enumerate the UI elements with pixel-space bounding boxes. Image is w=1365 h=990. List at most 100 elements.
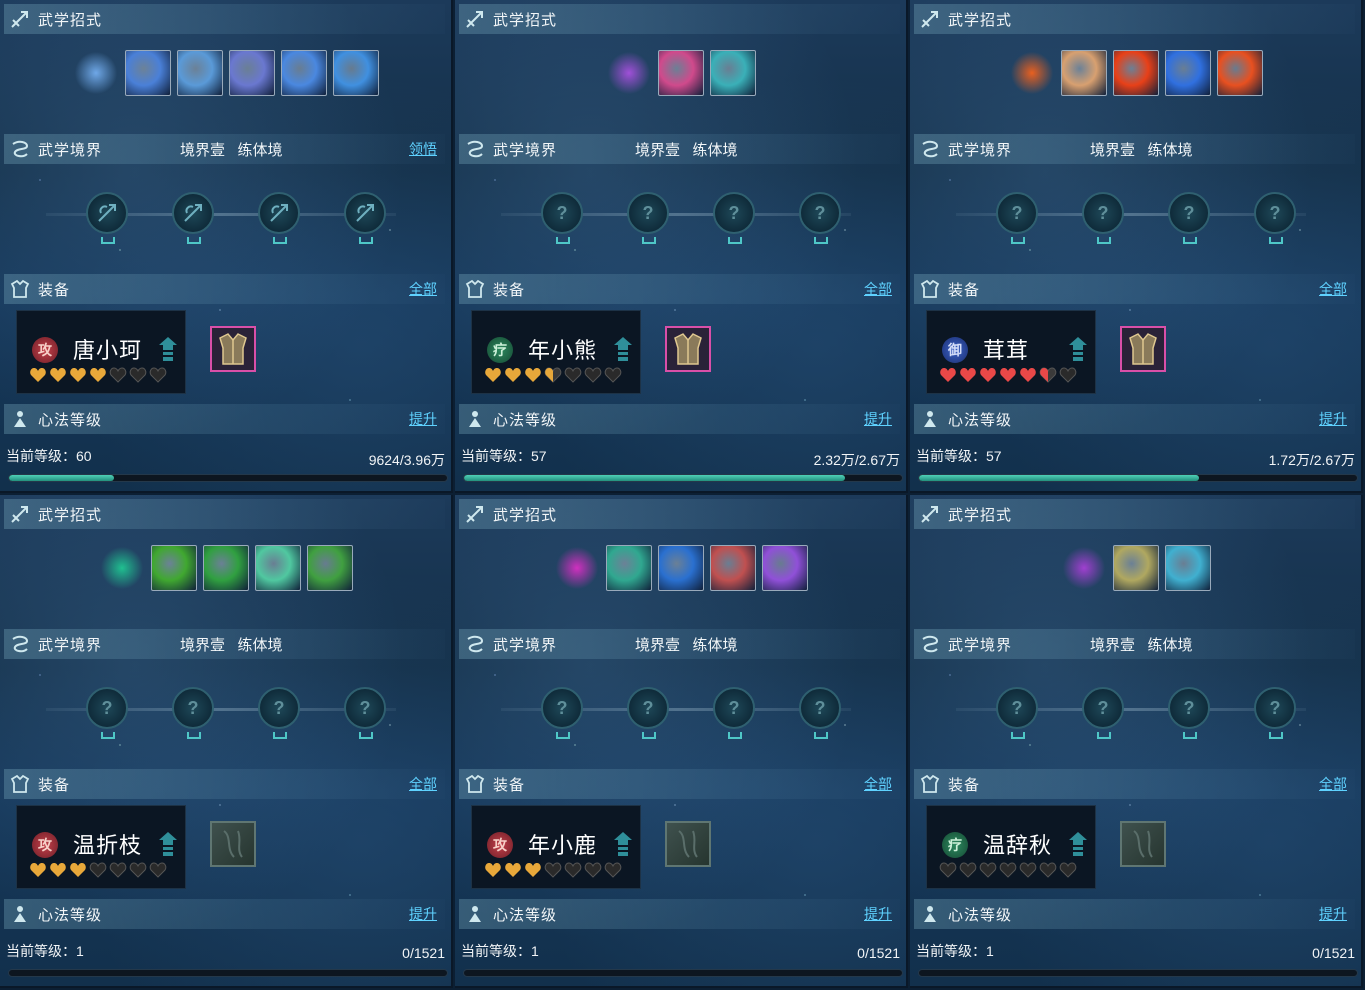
- signature-move-icon[interactable]: [72, 50, 119, 96]
- skill-move-icon[interactable]: [228, 50, 275, 96]
- comprehend-link[interactable]: 领悟: [409, 139, 437, 159]
- character-card[interactable]: 攻 唐小珂: [16, 310, 186, 394]
- character-panel: 武学招式 武学境界 境界壹 练体境 ???? 装备 全部 疗 温辞秋 心法等级 …: [910, 495, 1363, 988]
- node-socket: [556, 732, 570, 739]
- signature-move-icon[interactable]: [1008, 50, 1055, 96]
- equip-all-link[interactable]: 全部: [409, 774, 437, 794]
- skill-move-icon[interactable]: [709, 545, 756, 591]
- skill-move-icon[interactable]: [150, 545, 197, 591]
- equipment-slot[interactable]: [1120, 326, 1166, 372]
- equip-all-link[interactable]: 全部: [864, 279, 892, 299]
- exp-value: 2.32万/2.67万: [813, 452, 900, 468]
- upgrade-link[interactable]: 提升: [409, 904, 437, 924]
- question-icon: ?: [814, 697, 826, 718]
- locked-realm-node[interactable]: ?: [1254, 192, 1296, 244]
- sect-icon: [1067, 335, 1089, 363]
- meditation-icon: [463, 407, 487, 431]
- character-card[interactable]: 疗 温辞秋: [926, 805, 1096, 889]
- equip-all-link[interactable]: 全部: [864, 774, 892, 794]
- skill-move-icon[interactable]: [202, 545, 249, 591]
- skill-move-icon[interactable]: [1216, 50, 1263, 96]
- skill-move-icon[interactable]: [280, 50, 327, 96]
- upgrade-link[interactable]: 提升: [1319, 409, 1347, 429]
- skill-move-icon[interactable]: [332, 50, 379, 96]
- equipment-slot[interactable]: [665, 821, 711, 867]
- armor-gear-icon: [1129, 333, 1157, 365]
- upgrade-link[interactable]: 提升: [409, 409, 437, 429]
- equip-all-link[interactable]: 全部: [1319, 279, 1347, 299]
- equipment-slot[interactable]: [665, 326, 711, 372]
- character-card[interactable]: 攻 年小鹿: [471, 805, 641, 889]
- signature-move-icon[interactable]: [605, 50, 652, 96]
- equipment-slot[interactable]: [1120, 821, 1166, 867]
- upgrade-link[interactable]: 提升: [1319, 904, 1347, 924]
- character-card[interactable]: 御 茸茸: [926, 310, 1096, 394]
- locked-realm-node[interactable]: ?: [713, 192, 755, 244]
- character-card[interactable]: 攻 温折枝: [16, 805, 186, 889]
- equip-all-link[interactable]: 全部: [1319, 774, 1347, 794]
- node-socket: [101, 732, 115, 739]
- character-name: 年小熊: [528, 338, 598, 363]
- locked-realm-node[interactable]: ?: [799, 192, 841, 244]
- skill-move-icon[interactable]: [605, 545, 652, 591]
- signature-move-icon[interactable]: [1060, 545, 1107, 591]
- locked-realm-node[interactable]: ?: [541, 192, 583, 244]
- skill-move-icon[interactable]: [709, 50, 756, 96]
- locked-realm-node[interactable]: ?: [86, 687, 128, 739]
- equipment-slot[interactable]: [210, 821, 256, 867]
- signature-move-icon[interactable]: [553, 545, 600, 591]
- exp-progress-fill: [9, 475, 115, 481]
- current-level: 当前等级：60: [6, 446, 92, 466]
- skill-move-icon[interactable]: [657, 50, 704, 96]
- skill-move-icon[interactable]: [176, 50, 223, 96]
- skill-move-icon[interactable]: [1060, 50, 1107, 96]
- skill-move-icon[interactable]: [1112, 545, 1159, 591]
- sect-icon: [612, 830, 634, 858]
- heart-icon: [129, 862, 147, 878]
- equip-all-link[interactable]: 全部: [409, 279, 437, 299]
- upgrade-link[interactable]: 提升: [864, 904, 892, 924]
- skill-move-icon[interactable]: [1164, 545, 1211, 591]
- locked-realm-node[interactable]: ?: [799, 687, 841, 739]
- level-prefix: 当前等级：: [6, 943, 76, 959]
- current-level: 当前等级：57: [916, 446, 1002, 466]
- signature-move-icon[interactable]: [98, 545, 145, 591]
- realm-title: 武学境界: [38, 636, 103, 654]
- skill-move-icon[interactable]: [306, 545, 353, 591]
- moves-header: 武学招式: [459, 499, 900, 529]
- skill-move-icon[interactable]: [1112, 50, 1159, 96]
- realm-node-arrow[interactable]: [172, 192, 214, 244]
- locked-realm-node[interactable]: ?: [996, 687, 1038, 739]
- locked-realm-node[interactable]: ?: [1254, 687, 1296, 739]
- locked-realm-node[interactable]: ?: [1082, 687, 1124, 739]
- character-card[interactable]: 疗 年小熊: [471, 310, 641, 394]
- upgrade-link[interactable]: 提升: [864, 409, 892, 429]
- heart-icon: [959, 862, 977, 878]
- locked-realm-node[interactable]: ?: [541, 687, 583, 739]
- exp-progress-fill: [919, 475, 1200, 481]
- locked-realm-node[interactable]: ?: [627, 687, 669, 739]
- locked-realm-node[interactable]: ?: [627, 192, 669, 244]
- locked-realm-node[interactable]: ?: [258, 687, 300, 739]
- locked-realm-node[interactable]: ?: [713, 687, 755, 739]
- skill-move-icon[interactable]: [761, 545, 808, 591]
- realm-level: 境界壹 练体境: [180, 139, 283, 160]
- heart-header: 心法等级 提升: [4, 899, 445, 929]
- skill-move-icon[interactable]: [657, 545, 704, 591]
- locked-realm-node[interactable]: ?: [1168, 687, 1210, 739]
- locked-realm-node[interactable]: ?: [1082, 192, 1124, 244]
- locked-realm-node[interactable]: ?: [1168, 192, 1210, 244]
- skill-move-icon[interactable]: [254, 545, 301, 591]
- locked-realm-node[interactable]: ?: [172, 687, 214, 739]
- realm-node-target[interactable]: [344, 192, 386, 244]
- realm-node-shield[interactable]: [258, 192, 300, 244]
- realm-node-bow[interactable]: [86, 192, 128, 244]
- realm-nodes: ????: [956, 681, 1306, 741]
- skill-move-icon[interactable]: [124, 50, 171, 96]
- locked-realm-node[interactable]: ?: [344, 687, 386, 739]
- skill-move-icon[interactable]: [1164, 50, 1211, 96]
- question-icon: ?: [273, 697, 285, 718]
- heart-icon: [149, 862, 167, 878]
- equipment-slot[interactable]: [210, 326, 256, 372]
- locked-realm-node[interactable]: ?: [996, 192, 1038, 244]
